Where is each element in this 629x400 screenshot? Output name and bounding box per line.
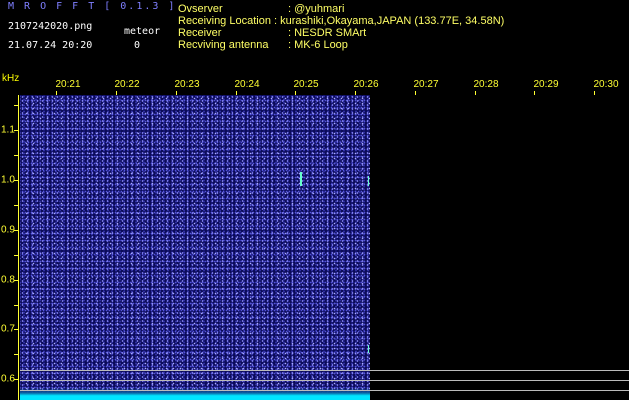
time-tick-label: 20:28 [473,79,499,90]
freq-minor-mark [14,255,18,256]
freq-tick-label: 0.7 [1,323,15,335]
signal-streak [300,172,302,186]
time-tick-mark [475,91,476,95]
time-tick-label: 20:24 [234,79,260,90]
time-tick-label: 20:29 [533,79,559,90]
observer-value: : @yuhmari [288,3,345,15]
location-row: Receiving Location : kurashiki,Okayama,J… [178,15,504,27]
capture-datetime: 21.07.24 20:20 [8,40,93,51]
reference-line [20,380,629,381]
freq-tick-label: 0.9 [1,224,15,236]
freq-major-mark [14,379,18,380]
location-value: : kurashiki,Okayama,JAPAN (133.77E, 34.5… [274,15,505,27]
image-filename: 2107242020.png [8,21,93,32]
spectrogram-waterfall [20,95,370,400]
freq-tick-label: 0.8 [1,274,15,286]
signal-streak [368,345,369,353]
freq-tick-label: 1.0 [1,174,15,186]
time-tick-label: 20:23 [174,79,200,90]
signal-streak [368,176,369,186]
freq-major-mark [14,130,18,131]
frequency-unit-label: kHz [2,73,20,84]
meteor-count: 0 [134,40,141,51]
freq-major-mark [14,280,18,281]
freq-minor-mark [14,155,18,156]
antenna-value: : MK-6 Loop [288,39,348,51]
freq-major-mark [14,329,18,330]
reference-line [20,370,629,371]
receiver-row: Receiver : NESDR SMArt [178,27,366,39]
freq-major-mark [14,230,18,231]
freq-tick-label: 0.6 [1,373,15,385]
freq-minor-mark [14,105,18,106]
reference-line [20,390,629,391]
antenna-label: Recviving antenna [178,39,269,51]
time-tick-label: 20:21 [55,79,81,90]
time-tick-label: 20:27 [413,79,439,90]
observer-row: Ovserver : @yuhmari [178,3,344,15]
freq-minor-mark [14,354,18,355]
antenna-row: Recviving antenna : MK-6 Loop [178,39,348,51]
freq-minor-mark [14,305,18,306]
receiver-label: Receiver [178,27,222,39]
time-tick-label: 20:22 [114,79,140,90]
time-tick-label: 20:26 [353,79,379,90]
time-tick-mark [594,91,595,95]
time-tick-mark [415,91,416,95]
mrofft-window: M R O F F T [ 0.1.3 ] 2107242020.png 21.… [0,0,629,400]
frequency-axis-line [18,95,19,400]
observer-label: Ovserver [178,3,223,15]
freq-major-mark [14,180,18,181]
location-label: Receiving Location [178,15,271,27]
app-title: M R O F F T [ 0.1.3 ] [8,1,177,12]
time-tick-label: 20:25 [293,79,319,90]
time-tick-label: 20:30 [593,79,619,90]
freq-minor-mark [14,205,18,206]
time-tick-mark [534,91,535,95]
freq-tick-label: 1.1 [1,124,15,136]
receiver-value: : NESDR SMArt [288,27,367,39]
meteor-label: meteor [124,26,161,37]
